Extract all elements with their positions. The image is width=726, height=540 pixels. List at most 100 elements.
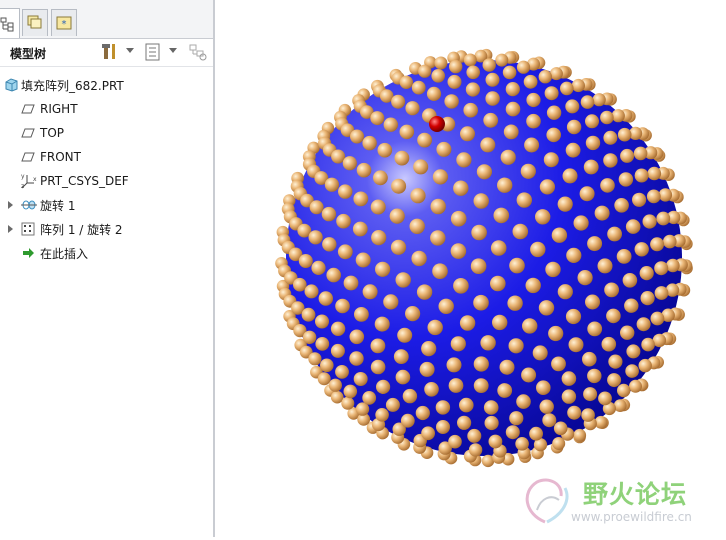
bead bbox=[573, 215, 589, 231]
bead bbox=[400, 413, 415, 428]
tree-item-revolve-1[interactable]: 旋转 1 bbox=[0, 194, 213, 216]
bead bbox=[383, 117, 398, 132]
bead bbox=[650, 237, 665, 252]
bead bbox=[604, 282, 619, 298]
bead bbox=[495, 53, 509, 67]
tree-item-front-plane[interactable]: FRONT bbox=[0, 146, 213, 168]
bead bbox=[480, 137, 496, 153]
bead bbox=[349, 351, 364, 366]
bead bbox=[460, 126, 475, 142]
bead bbox=[471, 224, 487, 241]
bead bbox=[370, 199, 386, 215]
bead bbox=[417, 132, 432, 148]
bead bbox=[411, 80, 426, 95]
bead bbox=[399, 124, 415, 140]
expand-arrow-icon[interactable] bbox=[8, 225, 13, 233]
bead bbox=[606, 308, 621, 324]
bead bbox=[603, 153, 618, 168]
bead bbox=[654, 286, 669, 300]
tree-item-csys[interactable]: y x z PRT_CSYS_DEF bbox=[0, 170, 213, 192]
bead bbox=[656, 211, 671, 226]
bead bbox=[394, 150, 410, 166]
bead bbox=[625, 364, 639, 378]
show-dropdown-icon[interactable] bbox=[169, 48, 177, 53]
bead bbox=[459, 397, 474, 413]
bead bbox=[427, 319, 443, 336]
bead bbox=[634, 242, 649, 257]
bead bbox=[335, 365, 349, 379]
tab-favorites[interactable]: * bbox=[51, 9, 77, 36]
bead bbox=[526, 92, 541, 108]
tree-item-pattern-1[interactable]: 阵列 1 / 旋转 2 bbox=[0, 218, 213, 240]
bead bbox=[636, 317, 651, 332]
bead bbox=[641, 337, 655, 352]
bead bbox=[551, 356, 566, 372]
bead bbox=[410, 188, 426, 204]
tools-icon[interactable] bbox=[100, 42, 120, 62]
bead bbox=[450, 210, 467, 227]
datum-plane-icon bbox=[21, 104, 35, 114]
list-settings-icon[interactable] bbox=[143, 42, 163, 62]
bead bbox=[463, 53, 477, 67]
tab-layers[interactable] bbox=[22, 9, 48, 36]
part-icon bbox=[5, 78, 18, 92]
bead bbox=[525, 277, 541, 294]
bead bbox=[298, 254, 313, 268]
bead bbox=[597, 258, 613, 274]
bead bbox=[638, 358, 652, 373]
bead bbox=[581, 408, 595, 422]
tree-item-insert-here[interactable]: 在此插入 bbox=[0, 242, 213, 264]
bead bbox=[409, 218, 425, 234]
svg-text:*: * bbox=[62, 19, 67, 30]
bead bbox=[548, 325, 564, 342]
bead bbox=[561, 371, 577, 386]
panel-tabs-bar: * bbox=[0, 0, 214, 39]
bead bbox=[418, 64, 432, 78]
bead bbox=[473, 356, 489, 372]
bead bbox=[350, 129, 364, 144]
bead bbox=[580, 95, 595, 109]
bead bbox=[493, 207, 510, 224]
tree-item-label: 旋转 1 bbox=[40, 198, 76, 213]
tree-item-label: 填充阵列_682.PRT bbox=[21, 78, 124, 93]
tools-dropdown-icon[interactable] bbox=[126, 48, 134, 53]
selected-bead bbox=[429, 116, 445, 132]
bead bbox=[446, 357, 462, 373]
bead bbox=[322, 237, 337, 252]
tree-item-right-plane[interactable]: RIGHT bbox=[0, 98, 213, 120]
bead bbox=[426, 86, 442, 101]
bead bbox=[521, 367, 537, 383]
bead bbox=[293, 277, 307, 292]
bead bbox=[611, 109, 625, 123]
expand-arrow-icon[interactable] bbox=[8, 201, 13, 209]
tree-item-part[interactable]: 填充阵列_682.PRT bbox=[0, 74, 213, 96]
bead bbox=[505, 425, 520, 440]
model-render bbox=[275, 48, 693, 468]
bead bbox=[502, 65, 517, 80]
tab-model-tree[interactable] bbox=[0, 8, 20, 38]
graphics-viewport[interactable] bbox=[215, 0, 726, 537]
bead bbox=[485, 72, 500, 87]
bead bbox=[505, 101, 521, 117]
bead bbox=[483, 112, 499, 128]
bead bbox=[341, 396, 355, 410]
tree-filter-icon[interactable] bbox=[188, 42, 208, 62]
tree-item-top-plane[interactable]: TOP bbox=[0, 122, 213, 144]
datum-plane-icon bbox=[21, 152, 35, 162]
bead bbox=[326, 267, 341, 283]
bead bbox=[499, 359, 515, 375]
bead bbox=[614, 198, 629, 213]
bead bbox=[503, 124, 519, 140]
bead bbox=[438, 298, 454, 314]
bead bbox=[587, 236, 603, 252]
bead bbox=[421, 341, 437, 357]
bead bbox=[315, 314, 329, 329]
bead bbox=[654, 261, 669, 276]
bead bbox=[480, 335, 496, 351]
bead bbox=[453, 278, 469, 294]
bead bbox=[302, 330, 317, 344]
bead bbox=[592, 93, 606, 107]
bead bbox=[308, 230, 323, 245]
bead bbox=[389, 208, 405, 224]
bead bbox=[509, 257, 525, 274]
